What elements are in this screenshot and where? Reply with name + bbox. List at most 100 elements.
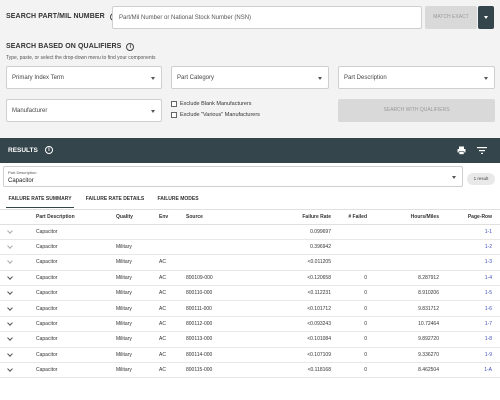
- page-row-link[interactable]: 1-9: [441, 347, 500, 364]
- chevron-down-icon[interactable]: [7, 258, 13, 265]
- table-row[interactable]: Capacitor Military AC 800110-000 <0.112231 0 8…: [0, 285, 500, 302]
- cell-failed: 0: [333, 347, 369, 364]
- col-source[interactable]: Source: [184, 210, 243, 225]
- page-row-link[interactable]: 1-6: [441, 300, 500, 317]
- expand-row-cell[interactable]: [0, 347, 34, 364]
- col-failed[interactable]: # Failed: [333, 210, 369, 225]
- cell-quality: Military: [114, 285, 157, 302]
- expand-row-cell[interactable]: [0, 316, 34, 333]
- table-row[interactable]: Capacitor Military AC 800109-000 <0.120658 0 8…: [0, 270, 500, 287]
- col-part-description[interactable]: Part Description: [34, 210, 114, 225]
- cell-quality: Military: [114, 331, 157, 348]
- page-row-link[interactable]: 1-1: [441, 224, 500, 240]
- cell-failed: [333, 239, 369, 256]
- cell-part-description: Capacitor: [34, 300, 114, 317]
- chevron-down-icon[interactable]: [7, 289, 13, 296]
- exclude-blank-option[interactable]: Exclude Blank Manufacturers: [171, 101, 252, 107]
- cell-quality: Military: [114, 316, 157, 333]
- part-category-select[interactable]: Part Category: [171, 66, 329, 89]
- manufacturer-select[interactable]: Manufacturer: [6, 99, 162, 122]
- table-row[interactable]: Capacitor Military AC 800113-000 <0.101084 0 9…: [0, 331, 500, 348]
- cell-failure-rate: <0.112231: [243, 285, 333, 302]
- page-row-link[interactable]: 1-3: [441, 254, 500, 271]
- page-row-link[interactable]: 1-7: [441, 316, 500, 333]
- filter-icon[interactable]: [477, 147, 487, 154]
- print-icon[interactable]: [457, 146, 466, 155]
- chevron-down-icon: [318, 77, 322, 80]
- info-icon[interactable]: i: [126, 43, 135, 51]
- tab-failure-rate-summary[interactable]: FAILURE RATE SUMMARY: [6, 196, 74, 208]
- page-row-link[interactable]: 1-2: [441, 239, 500, 256]
- table-row[interactable]: Capacitor Military AC 800115-000 <0.118168 0 8…: [0, 362, 500, 379]
- page-row-link[interactable]: 1-8: [441, 331, 500, 348]
- tab-failure-rate-details[interactable]: FAILURE RATE DETAILS: [84, 196, 146, 208]
- table-row[interactable]: Capacitor Military AC 800112-000 <0.093243 0 1…: [0, 316, 500, 333]
- match-mode-dropdown[interactable]: [478, 6, 494, 29]
- chevron-down-icon[interactable]: [7, 243, 13, 249]
- expand-row-cell[interactable]: [0, 331, 34, 348]
- chevron-down-icon[interactable]: [7, 366, 13, 373]
- cell-source: [184, 224, 243, 240]
- cell-failed: 0: [333, 316, 369, 333]
- chevron-down-icon[interactable]: [7, 350, 13, 357]
- cell-failure-rate: <0.101084: [243, 331, 333, 348]
- chevron-down-icon[interactable]: [7, 274, 13, 280]
- table-row[interactable]: Capacitor 0.099697 1-1: [0, 224, 500, 240]
- chevron-down-icon[interactable]: [7, 227, 13, 234]
- expand-row-cell[interactable]: [0, 254, 34, 271]
- primary-index-select[interactable]: Primary Index Term: [6, 66, 162, 89]
- col-failure-rate[interactable]: Failure Rate: [243, 210, 333, 225]
- cell-failed: 0: [333, 362, 369, 379]
- col-page-row[interactable]: Page-Row: [441, 210, 500, 225]
- table-row[interactable]: Capacitor Military AC 800114-000 <0.107109 0 9…: [0, 347, 500, 364]
- exclude-various-checkbox[interactable]: [171, 112, 177, 118]
- cell-quality: Military: [114, 362, 157, 379]
- col-env[interactable]: Env: [157, 210, 184, 225]
- cell-failure-rate: <0.011205: [243, 254, 333, 271]
- match-exact-button[interactable]: MATCH EXACT: [425, 6, 477, 29]
- table-row[interactable]: Capacitor Military 0.396942 1-2: [0, 239, 500, 256]
- chevron-down-icon[interactable]: [7, 320, 13, 326]
- cell-part-description: Capacitor: [34, 316, 114, 333]
- search-qualifiers-button[interactable]: SEARCH WITH QUALIFIERS: [338, 99, 495, 122]
- cell-quality: Military: [114, 300, 157, 317]
- cell-env: AC: [157, 300, 184, 317]
- chevron-down-icon: [151, 77, 155, 80]
- expand-row-cell[interactable]: [0, 270, 34, 287]
- cell-env: AC: [157, 270, 184, 287]
- col-quality[interactable]: Quality: [114, 210, 157, 225]
- page-row-link[interactable]: 1-A: [441, 362, 500, 379]
- expand-row-cell[interactable]: [0, 362, 34, 379]
- tab-failure-modes[interactable]: FAILURE MODES: [154, 196, 202, 208]
- part-description-filter[interactable]: Part Description Capacitor: [3, 166, 463, 187]
- chevron-down-icon[interactable]: [7, 335, 13, 342]
- part-number-input[interactable]: Part/Mil Number or National Stock Number…: [112, 6, 422, 29]
- cell-part-description: Capacitor: [34, 254, 114, 271]
- exclude-blank-checkbox[interactable]: [171, 101, 177, 107]
- part-description-select[interactable]: Part Description: [338, 66, 495, 89]
- cell-failed: [333, 254, 369, 271]
- cell-source: 800110-000: [184, 285, 243, 302]
- cell-source: [184, 239, 243, 256]
- cell-failure-rate: <0.118168: [243, 362, 333, 379]
- expand-row-cell[interactable]: [0, 224, 34, 240]
- cell-failure-rate: <0.120658: [243, 270, 333, 287]
- col-hours-miles[interactable]: Hours/Miles: [369, 210, 441, 225]
- cell-failed: 0: [333, 331, 369, 348]
- exclude-various-option[interactable]: Exclude "Various" Manufacturers: [171, 112, 260, 118]
- cell-part-description: Capacitor: [34, 347, 114, 364]
- cell-hours-miles: [369, 254, 441, 271]
- page-row-link[interactable]: 1-4: [441, 270, 500, 287]
- cell-failure-rate: 0.396942: [243, 239, 333, 256]
- expand-row-cell[interactable]: [0, 300, 34, 317]
- info-icon[interactable]: i: [45, 146, 53, 154]
- cell-part-description: Capacitor: [34, 362, 114, 379]
- cell-quality: Military: [114, 347, 157, 364]
- chevron-down-icon[interactable]: [7, 304, 13, 311]
- expand-row-cell[interactable]: [0, 239, 34, 256]
- table-row[interactable]: Capacitor Military AC <0.011205 1-3: [0, 254, 500, 271]
- page-row-link[interactable]: 1-5: [441, 285, 500, 302]
- expand-row-cell[interactable]: [0, 285, 34, 302]
- table-row[interactable]: Capacitor Military AC 800111-000 <0.101712 0 9…: [0, 300, 500, 317]
- cell-quality: Military: [114, 239, 157, 256]
